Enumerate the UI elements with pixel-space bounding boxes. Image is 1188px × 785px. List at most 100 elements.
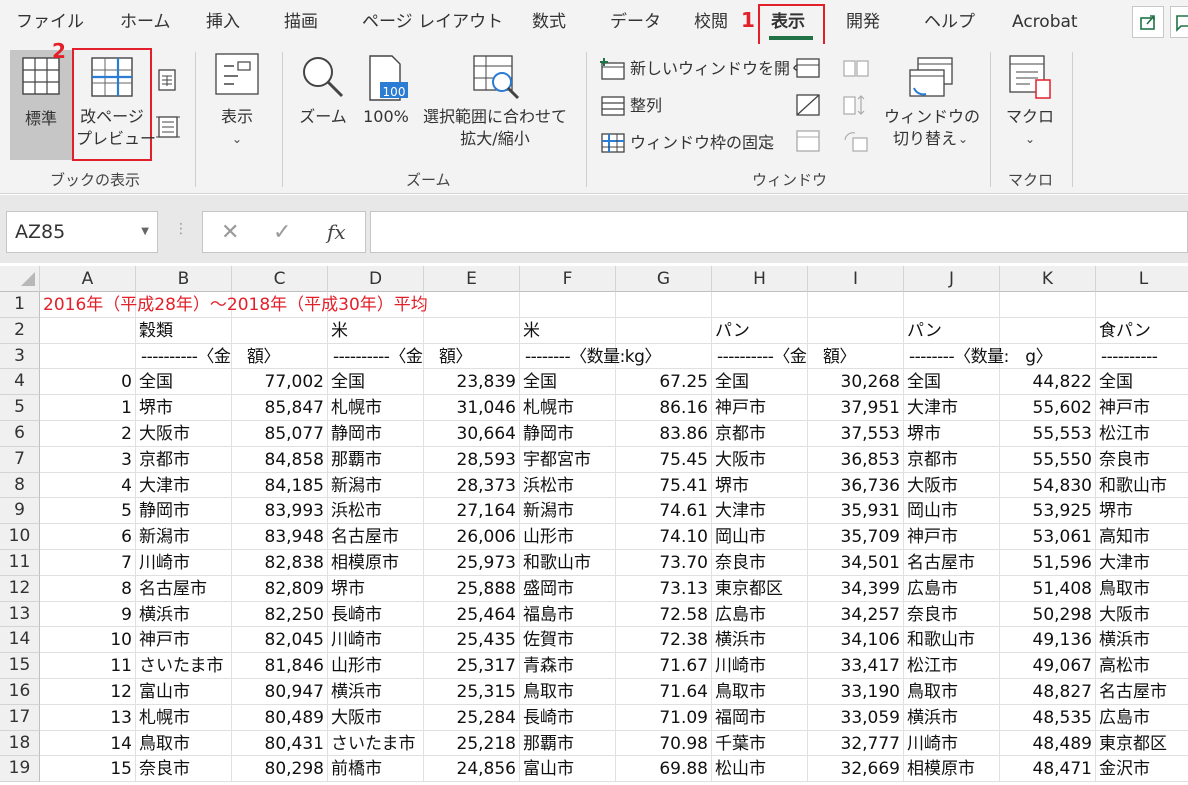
cell-l1[interactable] (1096, 292, 1188, 318)
tab-review[interactable]: 校閲 (694, 0, 728, 44)
cell-b18[interactable]: 鳥取市 (136, 730, 232, 757)
cell-d15[interactable]: 山形市 (328, 653, 424, 679)
cell-l16[interactable]: 名古屋市 (1096, 679, 1188, 705)
cell-k7[interactable]: 55,550 (1000, 446, 1096, 473)
cell-d16[interactable]: 横浜市 (328, 679, 424, 705)
cell-g5[interactable]: 86.16 (616, 395, 712, 421)
cell-i8[interactable]: 36,736 (808, 472, 904, 499)
cell-c8[interactable]: 84,185 (232, 472, 328, 499)
cell-d17[interactable]: 大阪市 (328, 704, 424, 731)
cell-f18[interactable]: 那覇市 (520, 730, 616, 757)
cell-l9[interactable]: 堺市 (1096, 498, 1188, 525)
cell-g2[interactable] (616, 317, 712, 344)
cell-e8[interactable]: 28,373 (424, 472, 520, 499)
cell-l13[interactable]: 大阪市 (1096, 602, 1188, 628)
row-header[interactable]: 8 (0, 472, 40, 499)
cell-g11[interactable]: 73.70 (616, 550, 712, 576)
cell-d8[interactable]: 新潟市 (328, 472, 424, 499)
cell-a17[interactable]: 13 (40, 704, 136, 731)
cell-e18[interactable]: 25,218 (424, 730, 520, 757)
freeze-panes-button[interactable]: ウィンドウ枠の固定 ⌄ (600, 130, 790, 156)
cell-e12[interactable]: 25,888 (424, 575, 520, 602)
tab-home[interactable]: ホーム (120, 0, 171, 44)
cell-d11[interactable]: 相模原市 (328, 550, 424, 576)
cell-b11[interactable]: 川崎市 (136, 550, 232, 576)
cell-l14[interactable]: 横浜市 (1096, 627, 1188, 654)
cell-i12[interactable]: 34,399 (808, 575, 904, 602)
cancel-icon[interactable]: ✕ (221, 220, 239, 245)
cell-d13[interactable]: 長崎市 (328, 601, 424, 628)
cell-i6[interactable]: 37,553 (808, 421, 904, 447)
cell-j6[interactable]: 堺市 (904, 421, 1000, 447)
cell-i13[interactable]: 34,257 (808, 601, 904, 628)
cell-l19[interactable]: 金沢市 (1096, 756, 1188, 783)
row-header[interactable]: 5 (0, 395, 40, 421)
cell-g16[interactable]: 71.64 (616, 679, 712, 705)
show-button[interactable]: 表示 ⌄ (206, 52, 268, 162)
cell-a16[interactable]: 12 (40, 679, 136, 705)
cell-b10[interactable]: 新潟市 (136, 524, 232, 550)
cell-h12[interactable]: 東京都区 (712, 575, 808, 602)
cell-f7[interactable]: 宇都宮市 (520, 446, 616, 473)
cell-j17[interactable]: 横浜市 (904, 704, 1000, 731)
row-header[interactable]: 19 (0, 756, 40, 783)
cell-c6[interactable]: 85,077 (232, 421, 328, 447)
cell-d19[interactable]: 前橋市 (328, 756, 424, 783)
cell-c13[interactable]: 82,250 (232, 601, 328, 628)
tab-insert[interactable]: 挿入 (206, 0, 240, 44)
cell-b12[interactable]: 名古屋市 (136, 575, 232, 602)
cell-k5[interactable]: 55,602 (1000, 395, 1096, 421)
cell-g13[interactable]: 72.58 (616, 601, 712, 628)
cell-c11[interactable]: 82,838 (232, 550, 328, 576)
cell-e13[interactable]: 25,464 (424, 601, 520, 628)
cell-f1[interactable] (520, 292, 616, 318)
cell-k14[interactable]: 49,136 (1000, 627, 1096, 654)
cell-a19[interactable]: 15 (40, 756, 136, 783)
cell-l5[interactable]: 神戸市 (1096, 395, 1188, 421)
tab-developer[interactable]: 開発 (846, 0, 880, 44)
cell-k2[interactable] (1000, 317, 1096, 344)
cell-a10[interactable]: 6 (40, 524, 136, 550)
cell-f14[interactable]: 佐賀市 (520, 627, 616, 654)
cell-f4[interactable]: 全国 (520, 369, 616, 396)
cell-d9[interactable]: 浜松市 (328, 498, 424, 525)
cell-h19[interactable]: 松山市 (712, 756, 808, 783)
cell-a13[interactable]: 9 (40, 601, 136, 628)
cell-a12[interactable]: 8 (40, 575, 136, 602)
name-box-dropdown-icon[interactable]: ▼ (141, 212, 149, 252)
cell-j12[interactable]: 広島市 (904, 575, 1000, 602)
cell-h5[interactable]: 神戸市 (712, 395, 808, 421)
cell-l10[interactable]: 高知市 (1096, 524, 1188, 550)
cell-b2[interactable]: 穀類 (136, 317, 232, 344)
cell-f15[interactable]: 青森市 (520, 653, 616, 679)
cell-h10[interactable]: 岡山市 (712, 524, 808, 550)
cell-c16[interactable]: 80,947 (232, 679, 328, 705)
tab-data[interactable]: データ (610, 0, 661, 44)
formula-input[interactable] (370, 211, 1188, 253)
cell-f11[interactable]: 和歌山市 (520, 550, 616, 576)
cell-k18[interactable]: 48,489 (1000, 730, 1096, 757)
cell-j19[interactable]: 相模原市 (904, 756, 1000, 783)
custom-views-icon[interactable] (155, 114, 181, 140)
cell-l11[interactable]: 大津市 (1096, 550, 1188, 576)
cell-f5[interactable]: 札幌市 (520, 395, 616, 421)
new-window-button[interactable]: 新しいウィンドウを開く (600, 56, 806, 82)
cell-c15[interactable]: 81,846 (232, 653, 328, 679)
cell-e2[interactable] (424, 317, 520, 344)
cell-j7[interactable]: 京都市 (904, 446, 1000, 473)
cell-i4[interactable]: 30,268 (808, 369, 904, 396)
cell-i18[interactable]: 32,777 (808, 730, 904, 757)
row-header[interactable]: 16 (0, 679, 40, 705)
cell-k10[interactable]: 53,061 (1000, 524, 1096, 550)
hide-window-icon[interactable] (796, 94, 820, 116)
cell-k13[interactable]: 50,298 (1000, 601, 1096, 628)
tab-draw[interactable]: 描画 (284, 0, 318, 44)
cell-j2[interactable]: パン (904, 317, 1000, 344)
share-icon[interactable] (1132, 6, 1164, 38)
cell-f10[interactable]: 山形市 (520, 524, 616, 550)
cell-k12[interactable]: 51,408 (1000, 575, 1096, 602)
column-header-k[interactable]: K (1000, 266, 1096, 292)
cell-g17[interactable]: 71.09 (616, 704, 712, 731)
cell-a6[interactable]: 2 (40, 421, 136, 447)
cell-f19[interactable]: 富山市 (520, 756, 616, 783)
